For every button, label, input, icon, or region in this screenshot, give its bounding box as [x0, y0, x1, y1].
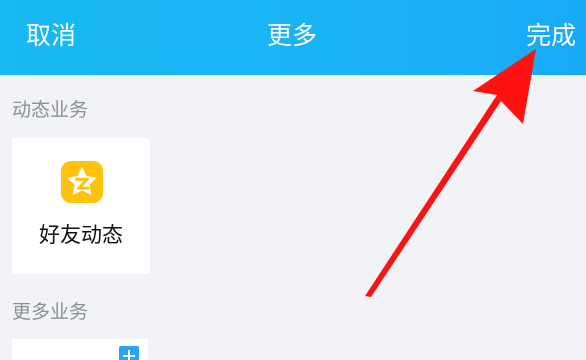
friend-feed-service-card[interactable]: 好友动态 [12, 138, 150, 274]
cancel-button[interactable]: 取消 [26, 18, 76, 54]
top-navigation-bar: 取消 更多 完成 [0, 0, 586, 75]
add-service-icon[interactable] [119, 346, 139, 360]
done-button[interactable]: 完成 [526, 18, 576, 54]
friend-feed-label: 好友动态 [39, 223, 123, 247]
friend-feed-star-icon [61, 161, 103, 203]
more-services-section-title: 更多业务 [12, 301, 89, 323]
more-services-screen: 取消 更多 完成 动态业务 好友动态 更多业务 [0, 0, 586, 360]
page-title: 更多 [267, 21, 318, 50]
dynamic-services-section-title: 动态业务 [12, 99, 89, 121]
